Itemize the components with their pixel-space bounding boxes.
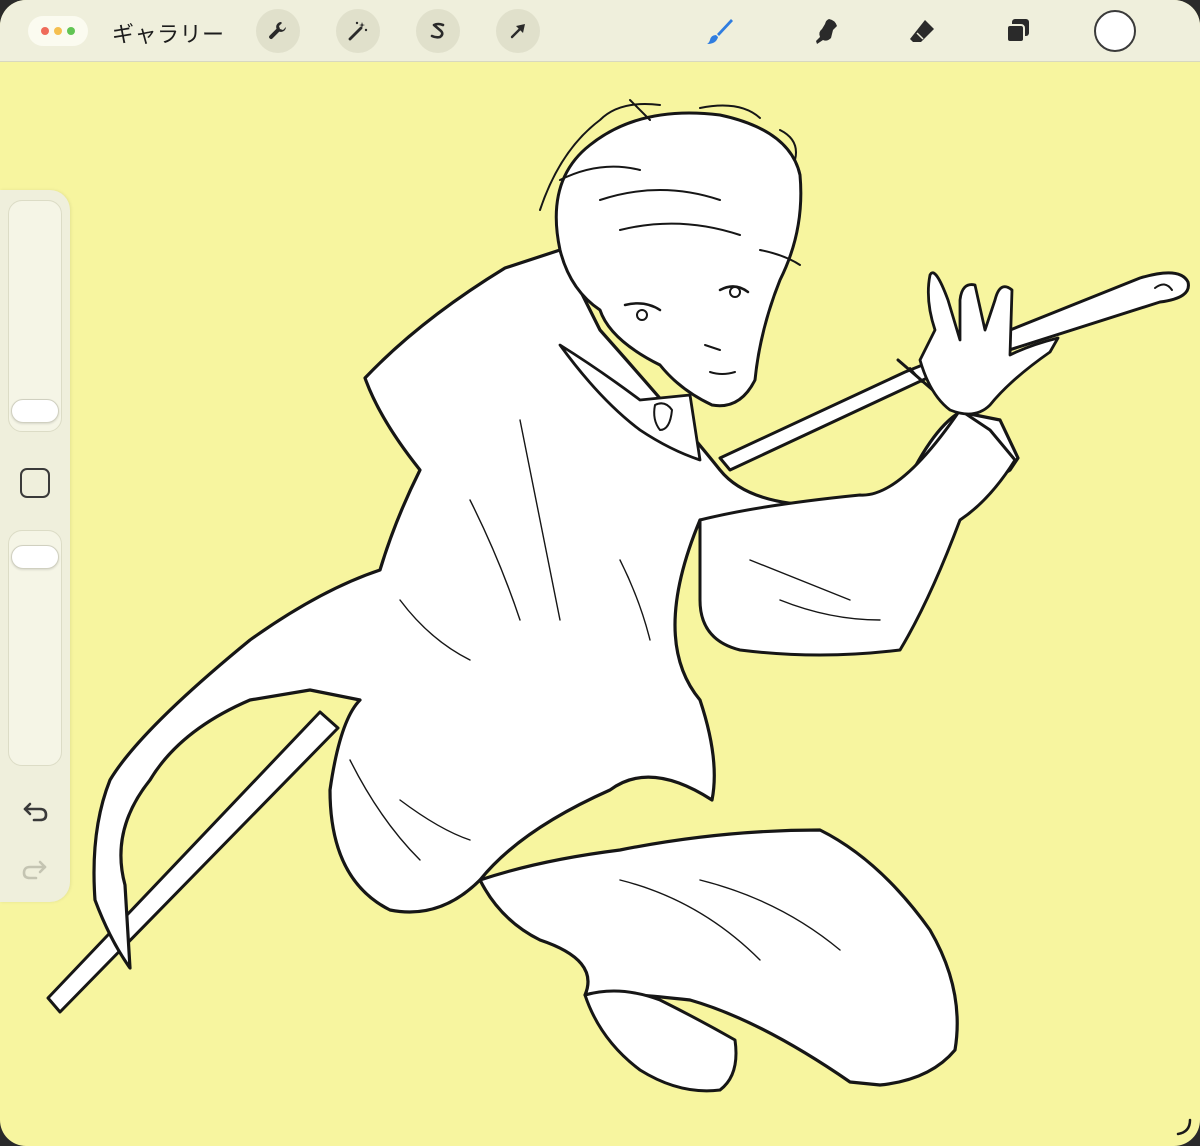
brush-icon <box>707 19 733 44</box>
paint-tool-button[interactable] <box>698 9 742 53</box>
procreate-app: ギャラリー <box>0 0 1200 1146</box>
adjustments-button[interactable] <box>336 9 380 53</box>
magic-wand-icon <box>348 21 368 41</box>
close-dot[interactable] <box>41 27 49 35</box>
actions-button[interactable] <box>256 9 300 53</box>
left-sidebar <box>0 190 70 902</box>
gallery-button[interactable]: ギャラリー <box>112 17 225 49</box>
drawing-canvas[interactable] <box>0 62 1200 1146</box>
scabbard <box>46 710 340 1014</box>
smudge-icon <box>816 19 837 44</box>
eraser-icon <box>910 20 934 42</box>
top-toolbar: ギャラリー <box>0 0 1200 62</box>
transform-button[interactable] <box>496 9 540 53</box>
undo-arrow-icon[interactable] <box>20 796 50 826</box>
hand <box>918 271 1060 416</box>
transform-arrow-icon <box>510 24 525 39</box>
resize-corner-icon <box>1176 1118 1192 1136</box>
brush-size-thumb[interactable] <box>11 398 59 423</box>
redo-arrow-icon[interactable] <box>20 854 50 884</box>
smudge-tool-button[interactable] <box>804 9 848 53</box>
modify-button[interactable] <box>20 468 50 498</box>
brush-size-slider[interactable] <box>8 200 62 432</box>
selection-button[interactable] <box>416 9 460 53</box>
selection-s-icon <box>430 22 445 39</box>
window-controls[interactable] <box>28 16 88 46</box>
minimize-dot[interactable] <box>54 27 62 35</box>
layers-icon <box>1006 19 1029 43</box>
color-picker-button[interactable] <box>1094 10 1136 52</box>
fullscreen-dot[interactable] <box>67 27 75 35</box>
opacity-slider[interactable] <box>8 530 62 766</box>
erase-tool-button[interactable] <box>900 9 944 53</box>
layers-button[interactable] <box>996 9 1040 53</box>
wrench-icon <box>269 22 286 39</box>
opacity-thumb[interactable] <box>11 545 59 570</box>
